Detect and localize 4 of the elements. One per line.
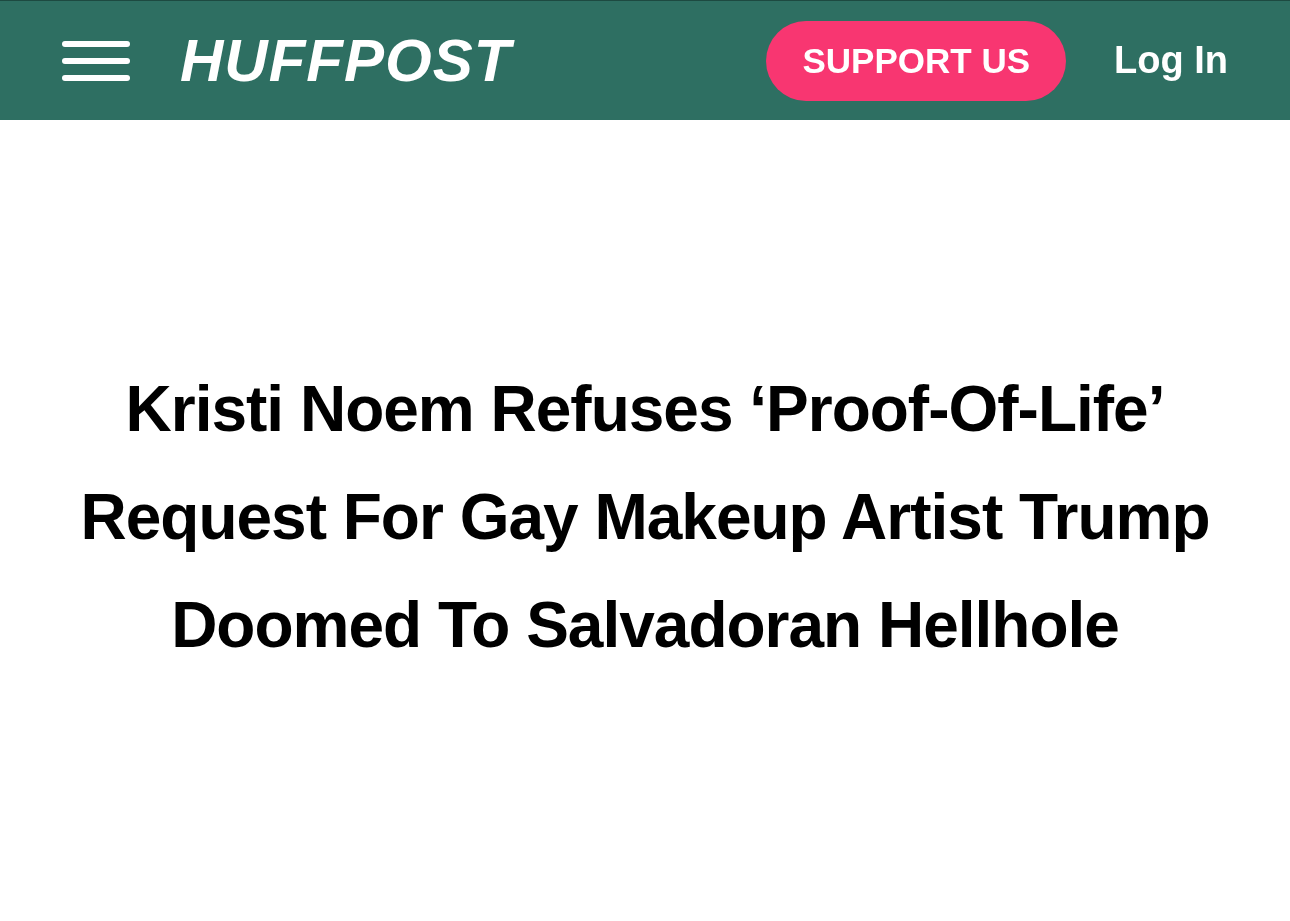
article-headline: Kristi Noem Refuses ‘Proof-Of-Life’ Request For Gay Makeup Artist Trump Doomed To Salvadoran Hellhole — [79, 372, 1211, 663]
menu-icon[interactable] — [62, 38, 130, 83]
support-button[interactable]: SUPPORT US — [766, 20, 1067, 101]
login-link[interactable]: Log In — [1114, 39, 1228, 82]
